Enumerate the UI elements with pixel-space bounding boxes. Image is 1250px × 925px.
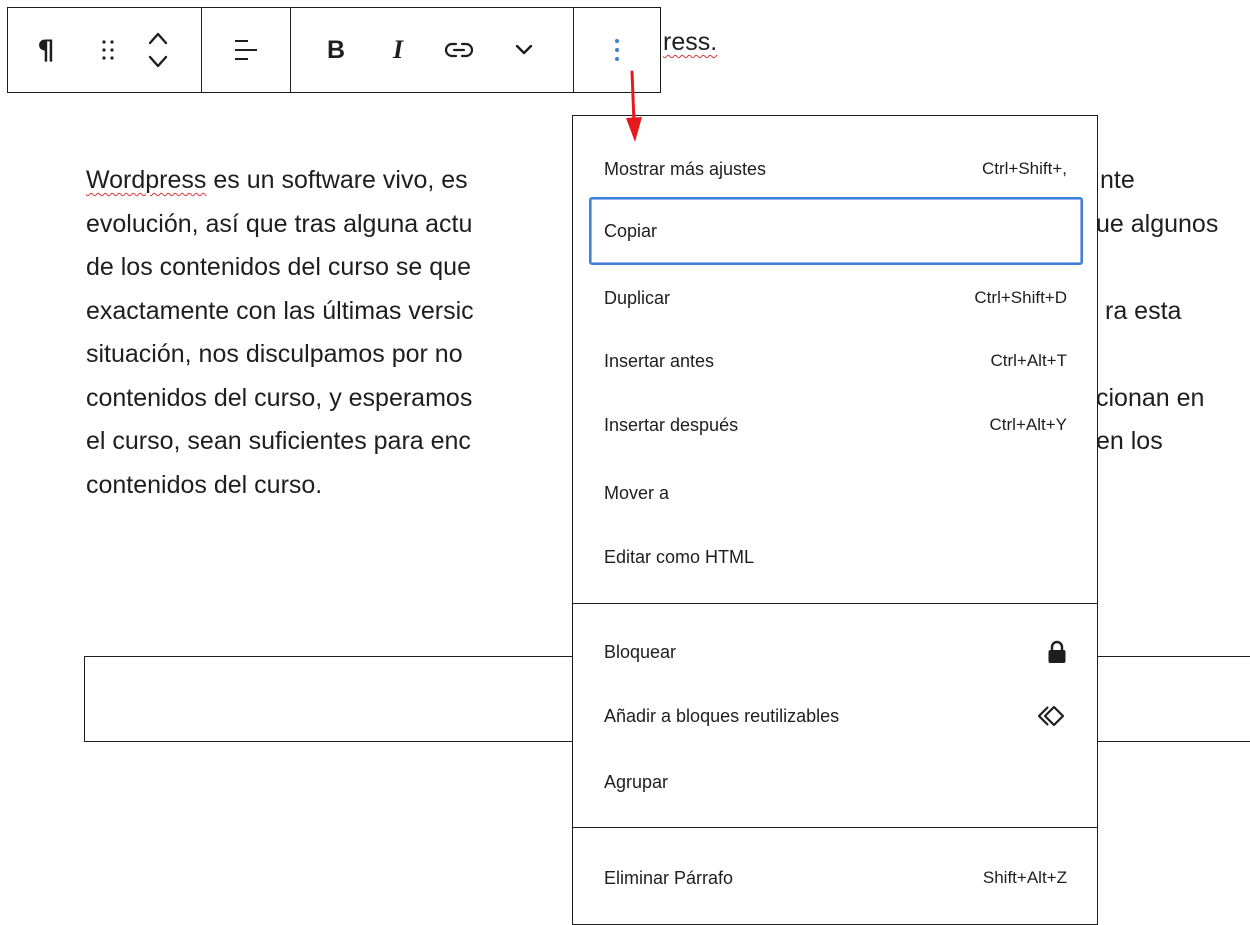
bold-button[interactable]: B [291,8,369,92]
link-icon [444,42,474,58]
menu-item-delete-paragraph[interactable]: Eliminar Párrafo Shift+Alt+Z [589,846,1083,910]
menu-item-insert-before[interactable]: Insertar antes Ctrl+Alt+T [589,329,1083,393]
paragraph-block-button[interactable]: ¶ [8,8,84,92]
block-options-menu: Mostrar más ajustes Ctrl+Shift+, Copiar … [572,115,1098,925]
menu-item-copy[interactable]: Copiar [589,197,1083,265]
link-button[interactable] [427,8,491,92]
drag-handle-icon [102,40,114,60]
heading-text-tail[interactable]: ress. [663,28,717,57]
menu-item-insert-after[interactable]: Insertar después Ctrl+Alt+Y [589,393,1083,457]
menu-item-add-to-reusable[interactable]: Añadir a bloques reutilizables [589,684,1083,748]
drag-handle[interactable] [84,8,132,92]
menu-item-lock[interactable]: Bloquear [589,620,1083,684]
lock-icon [1048,640,1066,663]
misspelled-word: Wordpress [86,166,207,194]
more-vertical-icon [615,39,619,61]
annotation-arrow [626,70,642,142]
menu-separator [573,827,1097,828]
toolbar-group-format: B I [291,8,574,92]
reusable-block-icon [1037,705,1065,727]
align-left-icon [235,40,257,60]
menu-item-duplicate[interactable]: Duplicar Ctrl+Shift+D [589,266,1083,330]
menu-item-group[interactable]: Agrupar [589,750,1083,814]
move-up-icon[interactable] [147,29,169,47]
paragraph-icon: ¶ [37,34,55,66]
toolbar-group-align [202,8,291,92]
toolbar-group-block: ¶ [8,8,202,92]
more-rich-text-button[interactable] [491,8,557,92]
align-button[interactable] [202,8,290,92]
chevron-down-icon [515,44,533,55]
menu-separator [573,603,1097,604]
menu-item-show-more-settings[interactable]: Mostrar más ajustes Ctrl+Shift+, [589,137,1083,201]
block-toolbar: ¶ B I [7,7,661,93]
italic-icon: I [392,35,404,64]
menu-item-move-to[interactable]: Mover a [589,461,1083,525]
move-down-icon[interactable] [147,53,169,71]
italic-button[interactable]: I [369,8,427,92]
bold-icon: B [326,35,346,64]
block-mover [132,8,184,92]
menu-item-edit-as-html[interactable]: Editar como HTML [589,525,1083,589]
